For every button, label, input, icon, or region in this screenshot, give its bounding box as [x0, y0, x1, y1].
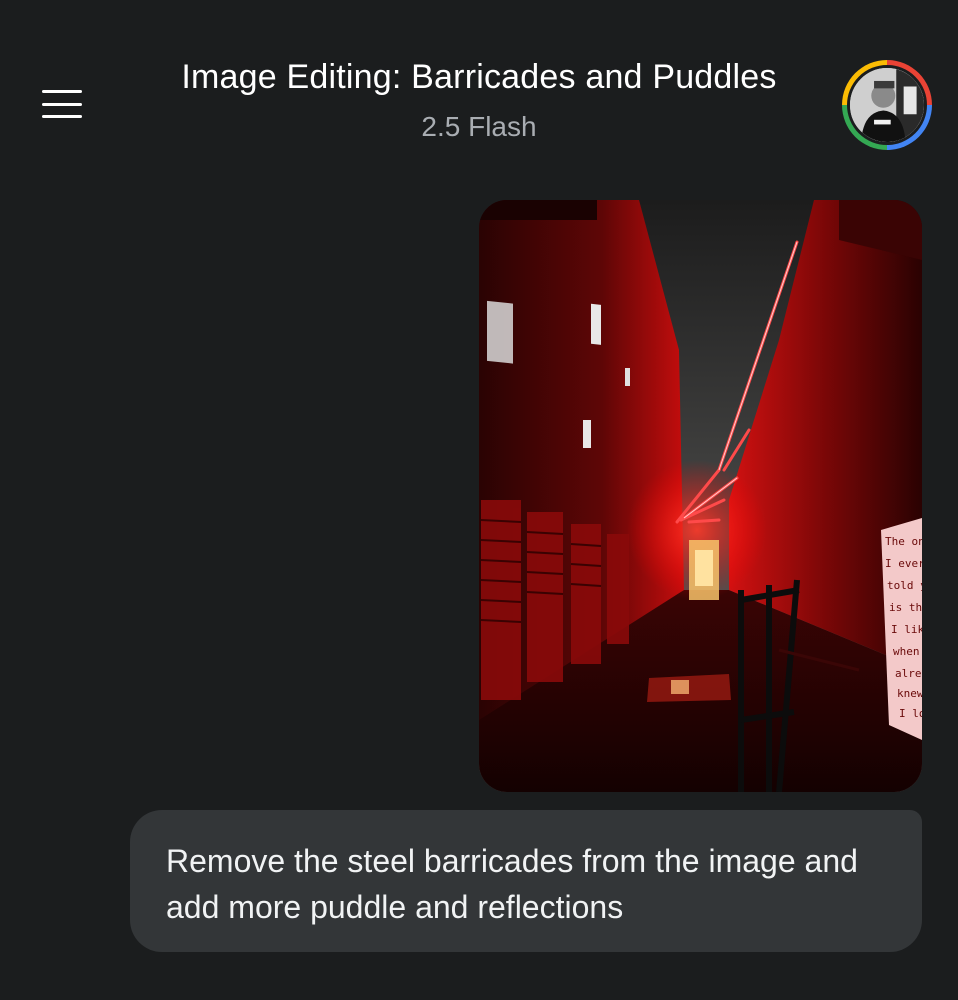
svg-text:when: when	[893, 645, 920, 658]
svg-text:I ever: I ever	[885, 557, 922, 570]
image-attachment[interactable]: The onl I ever told y is tha I like when…	[479, 200, 922, 792]
alley-photo: The onl I ever told y is tha I like when…	[479, 200, 922, 792]
svg-text:is tha: is tha	[889, 601, 922, 614]
user-message-bubble[interactable]: Remove the steel barricades from the ima…	[130, 810, 922, 952]
svg-text:I like: I like	[891, 623, 922, 636]
svg-text:The onl: The onl	[885, 535, 922, 548]
chat-screen: Image Editing: Barricades and Puddles 2.…	[0, 0, 958, 1000]
user-photo-icon	[850, 68, 924, 142]
conversation-title[interactable]: Image Editing: Barricades and Puddles	[0, 58, 958, 97]
user-message-text: Remove the steel barricades from the ima…	[166, 843, 858, 925]
conversation-header: Image Editing: Barricades and Puddles 2.…	[0, 58, 958, 143]
svg-text:I lo: I lo	[899, 707, 922, 720]
svg-text:alre: alre	[895, 667, 922, 680]
model-label[interactable]: 2.5 Flash	[0, 111, 958, 143]
account-avatar-button[interactable]	[842, 60, 932, 150]
svg-text:told y: told y	[887, 579, 922, 592]
avatar	[847, 65, 927, 145]
svg-text:knew: knew	[897, 687, 922, 700]
